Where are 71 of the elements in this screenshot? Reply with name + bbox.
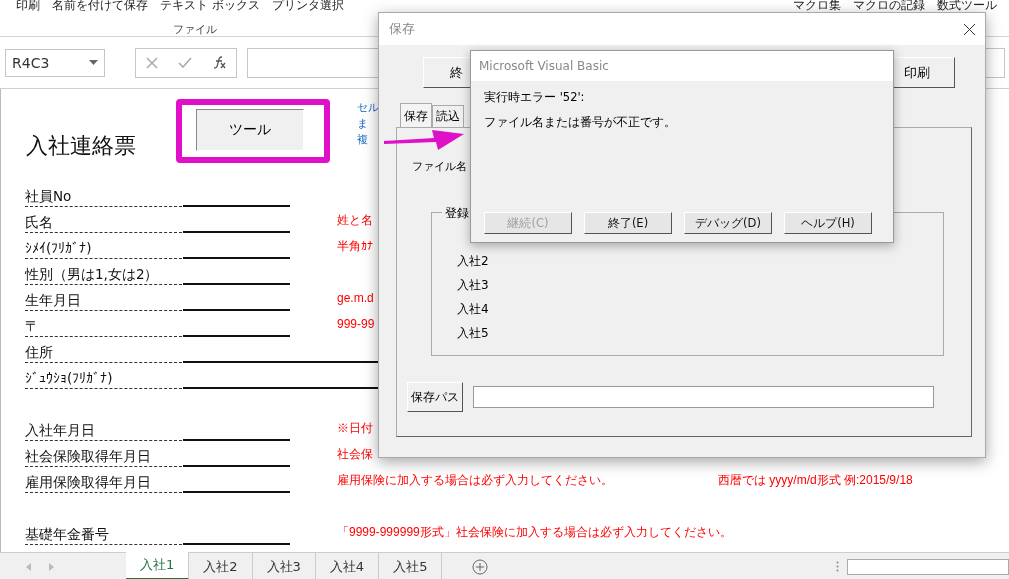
- error-message: 実行時エラー '52':: [484, 89, 586, 106]
- note-text: 半角ｶﾅ: [337, 237, 373, 255]
- check-icon[interactable]: [178, 57, 192, 68]
- add-sheet-icon[interactable]: [472, 558, 489, 575]
- input-line[interactable]: [183, 231, 290, 233]
- ribbon-command[interactable]: マクロ集: [793, 0, 841, 11]
- sheet-tab[interactable]: 入社1: [126, 552, 190, 579]
- list-item[interactable]: 入社3: [457, 273, 943, 297]
- list-item[interactable]: 入社2: [457, 249, 943, 273]
- scroll-right-icon[interactable]: [49, 562, 54, 571]
- input-line[interactable]: [183, 257, 290, 259]
- note-text: ※日付: [337, 419, 373, 437]
- note-text: 社会保: [337, 445, 373, 463]
- close-icon[interactable]: [964, 23, 975, 35]
- field-label: 社会保険取得年月日: [25, 447, 182, 467]
- input-line[interactable]: [183, 309, 290, 311]
- scroll-left-icon[interactable]: [26, 562, 31, 571]
- field-label: 社員No: [25, 187, 182, 207]
- input-line[interactable]: [183, 491, 290, 493]
- ribbon-command[interactable]: マクロの記録: [853, 0, 925, 11]
- input-line[interactable]: [183, 283, 290, 285]
- ribbon-command[interactable]: プリンタ選択: [271, 0, 344, 11]
- input-line[interactable]: [183, 439, 290, 441]
- dialog-button[interactable]: ヘルプ(H): [784, 212, 872, 234]
- horizontal-scrollbar[interactable]: [847, 558, 1009, 575]
- save-path-button[interactable]: 保存パス: [407, 382, 463, 412]
- field-label: 入社年月日: [25, 421, 182, 441]
- form-title: 入社連絡票: [26, 132, 137, 160]
- note-text: 雇用保険に加入する場合は必ず入力してください。: [337, 471, 613, 489]
- link-text[interactable]: ま: [357, 115, 368, 131]
- field-label: 基礎年金番号: [25, 525, 182, 545]
- ribbon-command[interactable]: 数式ツール: [937, 0, 997, 11]
- list-item[interactable]: 入社5: [457, 321, 943, 345]
- field-label: 〒: [25, 317, 182, 337]
- field-label: ｼﾒｲ(ﾌﾘｶﾞﾅ): [25, 239, 182, 259]
- field-label: 雇用保険取得年月日: [25, 473, 182, 493]
- function-icon[interactable]: [212, 56, 226, 69]
- note-text: 姓と名: [337, 211, 373, 229]
- input-line[interactable]: [183, 465, 290, 467]
- path-field[interactable]: [473, 386, 934, 408]
- field-label: ｼﾞｭｳｼｮ(ﾌﾘｶﾞﾅ): [25, 369, 182, 389]
- link-text[interactable]: 複: [357, 131, 368, 147]
- list-item[interactable]: 入社4: [457, 297, 943, 321]
- caret-icon: [89, 60, 98, 65]
- ribbon-group-label: ファイル: [173, 23, 217, 36]
- field-label: 生年月日: [25, 291, 182, 311]
- file-name-label: ファイル名: [412, 159, 467, 174]
- input-line[interactable]: [183, 335, 290, 337]
- note-text: 西暦では yyyy/m/d形式 例:2015/9/18: [718, 471, 913, 489]
- field-label: 住所: [25, 343, 182, 363]
- dialog-title: 保存: [389, 20, 415, 38]
- note-text: 999-99: [337, 317, 375, 331]
- tool-button[interactable]: ツール: [196, 109, 304, 151]
- dialog-button[interactable]: デバッグ(D): [684, 212, 772, 234]
- input-line[interactable]: [183, 543, 290, 545]
- error-message: ファイル名または番号が不正です。: [484, 114, 677, 131]
- cancel-icon[interactable]: [146, 56, 158, 69]
- dialog-button[interactable]: 終了(E): [584, 212, 672, 234]
- ribbon-command[interactable]: テキスト ボックス: [160, 0, 260, 11]
- input-line[interactable]: [183, 205, 290, 207]
- dialog-tab[interactable]: 保存: [400, 103, 432, 127]
- dialog-tab[interactable]: 読込: [432, 105, 464, 127]
- ribbon-command[interactable]: 印刷: [16, 0, 40, 11]
- note-text: ge.m.d: [337, 291, 374, 305]
- name-box[interactable]: R4C3: [5, 48, 105, 77]
- more-icon[interactable]: [836, 561, 839, 572]
- ribbon-command[interactable]: 名前を付けて保存: [52, 0, 148, 11]
- note-text: 「9999-999999形式」社会保険に加入する場合は必ず入力してください。: [337, 523, 732, 541]
- field-label: 性別（男は1,女は2）: [25, 265, 182, 285]
- group-label: 登録: [442, 205, 472, 222]
- field-label: 氏名: [25, 213, 182, 233]
